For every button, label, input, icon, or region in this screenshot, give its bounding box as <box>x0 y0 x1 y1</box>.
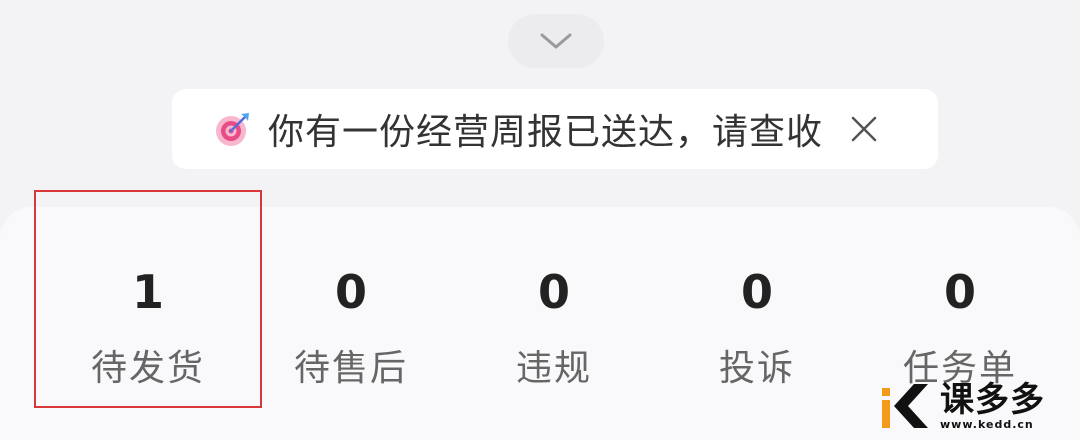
stat-label: 投诉 <box>718 348 795 389</box>
stat-value: 0 <box>943 265 976 319</box>
stat-label: 待售后 <box>293 348 408 389</box>
stat-value: 0 <box>334 265 367 319</box>
stat-value: 0 <box>740 265 773 319</box>
stat-violations[interactable]: 0 违规 <box>454 207 654 440</box>
target-icon <box>216 113 249 146</box>
watermark: 课多多 www.kedd.cn <box>880 382 1076 438</box>
stat-label: 违规 <box>515 348 592 389</box>
kedd-logo-icon <box>882 384 928 428</box>
stat-value: 1 <box>131 265 164 319</box>
stat-pending-after-sales[interactable]: 0 待售后 <box>251 207 451 440</box>
watermark-url: www.kedd.cn <box>940 418 1034 431</box>
watermark-brand: 课多多 <box>940 380 1045 420</box>
stat-label: 待发货 <box>90 348 205 389</box>
stat-pending-shipment[interactable]: 1 待发货 <box>48 207 248 440</box>
collapse-button[interactable] <box>508 14 604 68</box>
stat-value: 0 <box>537 265 570 319</box>
notice-text: 你有一份经营周报已送达，请查收 <box>268 112 824 153</box>
stat-complaints[interactable]: 0 投诉 <box>657 207 857 440</box>
chevron-down-icon <box>540 33 572 49</box>
weekly-report-notice[interactable]: 你有一份经营周报已送达，请查收 <box>172 89 938 169</box>
close-icon[interactable] <box>849 114 879 144</box>
